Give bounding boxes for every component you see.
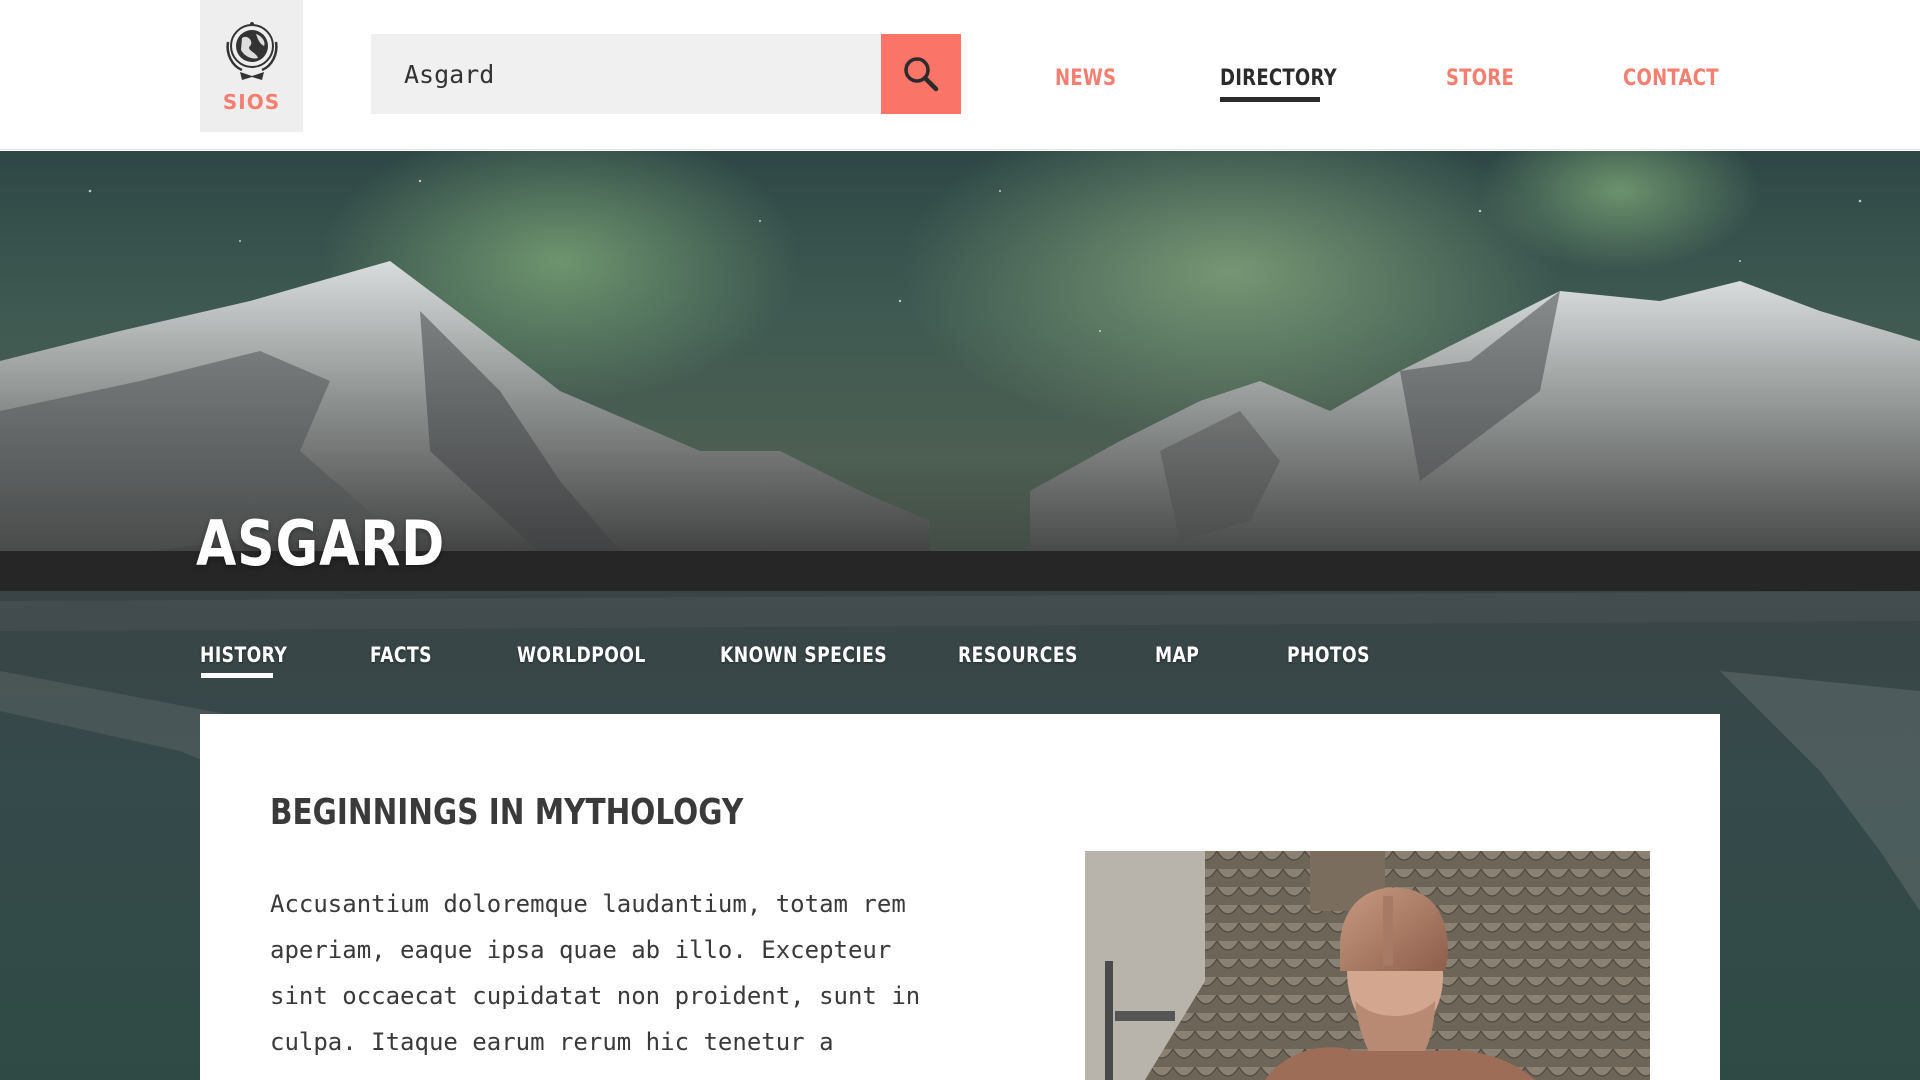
tab-history[interactable]: HISTORY: [200, 643, 287, 667]
article-line: Accusantium doloremque laudantium, totam…: [270, 890, 906, 918]
tab-photos[interactable]: PHOTOS: [1287, 643, 1370, 667]
section-heading: BEGINNINGS IN MYTHOLOGY: [270, 792, 744, 833]
article-line: sint occaecat cupidatat non proident, su…: [270, 982, 921, 1010]
tab-facts[interactable]: FACTS: [370, 643, 432, 667]
nav-news[interactable]: NEWS: [1055, 66, 1116, 91]
article-card: BEGINNINGS IN MYTHOLOGY Accusantium dolo…: [200, 714, 1720, 1080]
search-input[interactable]: [371, 34, 881, 114]
nav-store[interactable]: STORE: [1446, 66, 1514, 91]
tab-map[interactable]: MAP: [1155, 643, 1199, 667]
tab-resources[interactable]: RESOURCES: [958, 643, 1078, 667]
article-line: aperiam, eaque ipsa quae ab illo. Except…: [270, 936, 892, 964]
tab-worldpool[interactable]: WORLDPOOL: [517, 643, 646, 667]
tab-known-species[interactable]: KNOWN SPECIES: [720, 643, 887, 667]
article-line: culpa. Itaque earum rerum hic tenetur a: [270, 1028, 834, 1056]
site-header: SIOS NEWS DIRECTORY STORE CONTACT: [0, 0, 1920, 150]
globe-emblem-icon: [225, 22, 278, 80]
article-body: Accusantium doloremque laudantium, totam…: [270, 881, 950, 1065]
search-bar: [371, 34, 961, 114]
site-logo[interactable]: SIOS: [200, 0, 303, 132]
nav-active-indicator: [1220, 97, 1320, 102]
logo-text: SIOS: [222, 90, 281, 114]
page-title: ASGARD: [196, 507, 446, 580]
search-icon: [904, 57, 939, 92]
tab-active-indicator: [201, 673, 273, 678]
nav-contact[interactable]: CONTACT: [1623, 66, 1719, 91]
search-button[interactable]: [881, 34, 961, 114]
viking-statue-image: [1085, 851, 1650, 1080]
nav-directory[interactable]: DIRECTORY: [1220, 66, 1337, 91]
